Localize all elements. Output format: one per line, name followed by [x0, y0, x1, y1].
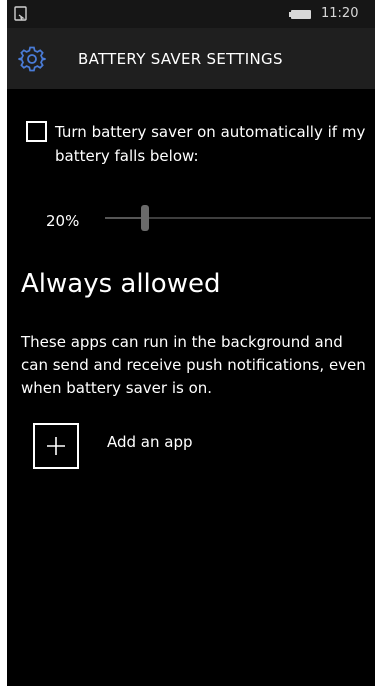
always-allowed-heading: Always allowed [21, 269, 221, 299]
page-title: BATTERY SAVER SETTINGS [78, 50, 283, 68]
auto-battery-saver-checkbox[interactable] [26, 121, 47, 142]
status-time: 11:20 [321, 6, 359, 21]
title-bar: BATTERY SAVER SETTINGS [7, 28, 375, 89]
plus-icon [47, 437, 65, 455]
battery-icon [289, 10, 311, 19]
status-bar: 11:20 [7, 0, 375, 28]
auto-battery-saver-label[interactable]: Turn battery saver on automatically if m… [55, 120, 367, 168]
threshold-slider-thumb[interactable] [140, 205, 149, 231]
threshold-slider-fill [105, 217, 145, 219]
add-app-label[interactable]: Add an app [107, 433, 193, 451]
add-app-button[interactable]: Add an app [33, 423, 233, 469]
always-allowed-description: These apps can run in the background and… [21, 333, 366, 397]
notification-icon [14, 6, 27, 21]
gear-icon[interactable] [18, 45, 46, 73]
add-app-box[interactable] [33, 423, 79, 469]
threshold-value-label: 20% [46, 212, 80, 230]
battery-saver-settings-screen: 11:20 BATTERY SAVER SETTINGS Turn batter… [7, 0, 375, 686]
